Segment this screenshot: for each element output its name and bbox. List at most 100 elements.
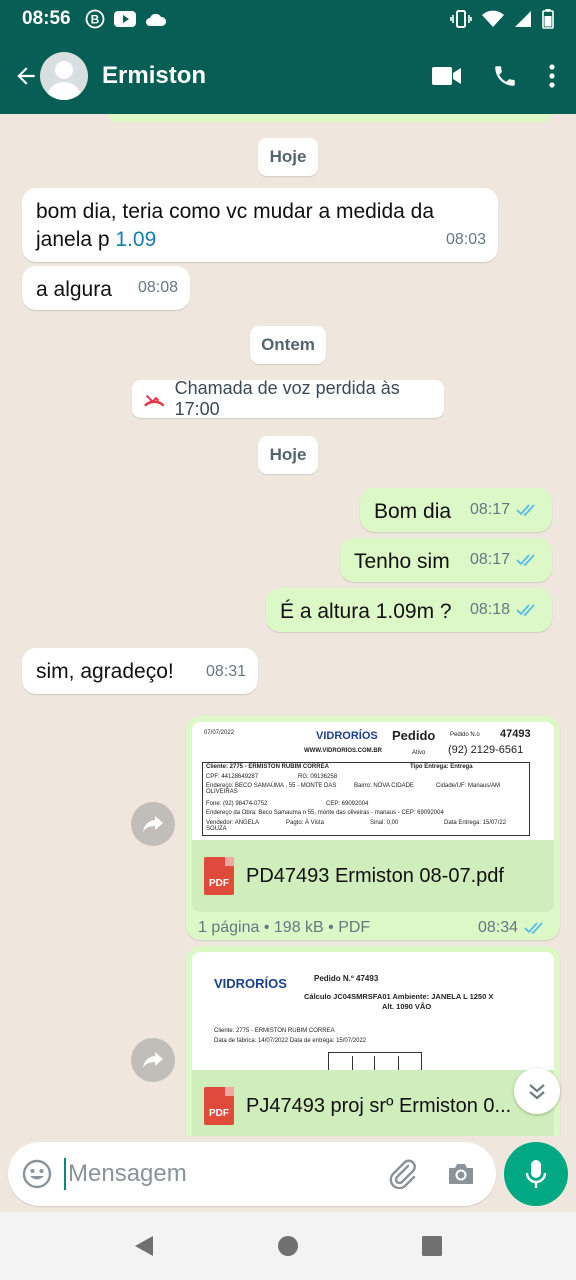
message-time: 08:17 (469, 501, 510, 518)
preview-text: Bairro: NOVA CIDADE (354, 783, 414, 789)
preview-logo: VIDRORÍOS (214, 976, 287, 991)
attach-icon[interactable] (388, 1159, 418, 1189)
system-nav-bar (0, 1212, 576, 1280)
incoming-message[interactable]: a algura 08:08 (22, 266, 190, 310)
pdf-icon: PDF (204, 857, 234, 895)
preview-logo: VIDRORÍOS (316, 730, 378, 742)
preview-text: WWW.VIDRORIOS.COM.BR (304, 748, 382, 754)
wifi-icon (482, 10, 504, 27)
document-size: 198 kB (273, 919, 324, 936)
date-chip-today: Hoje (258, 138, 318, 176)
preview-text: Pedido (392, 728, 436, 743)
cloud-icon (145, 13, 166, 26)
previous-message-bubble (108, 114, 552, 122)
b-icon: B (85, 9, 105, 29)
status-time: 08:56 (22, 8, 71, 29)
message-composer: Mensagem (8, 1142, 496, 1206)
preview-text: Cliente: 2775 - ERMISTON RUBIM CORREA (214, 1028, 335, 1034)
preview-text: Endereço: BECO SAMAÚMA , 55 - MONTE DAS … (206, 783, 337, 795)
phone-icon[interactable] (492, 63, 518, 89)
date-chip-yesterday: Ontem (250, 326, 326, 364)
preview-text: Cálculo JC04SMRSFA01 Ambiente: JANELA L … (304, 992, 494, 1001)
outgoing-message[interactable]: É a altura 1.09m ? 08:18 (266, 588, 552, 632)
nav-recents-icon[interactable] (421, 1235, 443, 1257)
message-text: sim, agradeço! (36, 660, 174, 683)
document-message[interactable]: VIDRORÍOS Pedido N.º 47493 Cálculo JC04S… (186, 946, 560, 1136)
preview-text: Pagto: À Vista (286, 820, 324, 826)
document-filename: PJ47493 proj srº Ermiston 0... (246, 1094, 512, 1117)
pdf-icon: PDF (204, 1087, 234, 1125)
chat-area[interactable]: Hoje bom dia, teria como vc mudar a medi… (0, 114, 576, 1136)
preview-text: Cidade/UF: Manaus/AM (436, 783, 501, 789)
chat-header: Ermiston (0, 38, 576, 114)
forward-icon (143, 1052, 163, 1068)
date-chip-today: Hoje (258, 436, 318, 474)
missed-call-notice[interactable]: Chamada de voz perdida às 17:00 (132, 378, 444, 419)
preview-text: (92) 2129-6561 (448, 744, 524, 756)
preview-text: RG: 09136258 (298, 774, 338, 780)
preview-text: Sinal: 0,00 (370, 820, 399, 826)
preview-text: CPF: 44128649287 (206, 774, 259, 780)
document-file-row[interactable]: PDF PD47493 Ermiston 08-07.pdf (192, 840, 554, 912)
document-preview[interactable]: 07/07/2022 VIDRORÍOS Pedido Pedido N.o 4… (192, 722, 554, 840)
double-check-icon (516, 604, 535, 617)
preview-text: Cliente: 2775 - ERMISTON RUBIM CORREA (206, 764, 329, 770)
message-link[interactable]: 1.09 (115, 228, 156, 251)
incoming-message[interactable]: sim, agradeço! 08:31 (22, 648, 258, 694)
camera-icon[interactable] (446, 1161, 476, 1187)
preview-text: Pedido N.º 47493 (314, 974, 379, 983)
emoji-icon[interactable] (22, 1159, 52, 1189)
preview-text: Tipo Entrega: Entrega (410, 764, 473, 770)
message-time: 08:03 (445, 231, 486, 248)
message-text: Bom dia (374, 500, 452, 523)
preview-text: Alt. 1090 VÃO (382, 1002, 432, 1011)
message-text: É a altura 1.09m ? (280, 600, 452, 623)
arrow-left-icon (17, 67, 35, 85)
preview-text: 47493 (500, 728, 531, 740)
avatar[interactable] (40, 52, 88, 100)
message-text: a algura (36, 278, 112, 301)
contact-name[interactable]: Ermiston (102, 62, 206, 90)
missed-call-text: Chamada de voz perdida às 17:00 (174, 378, 400, 419)
incoming-message[interactable]: bom dia, teria como vc mudar a medida da… (22, 188, 498, 262)
voice-record-button[interactable] (504, 1142, 568, 1206)
message-text: bom dia, teria como vc mudar a medida da… (36, 200, 435, 251)
document-preview[interactable]: VIDRORÍOS Pedido N.º 47493 Cálculo JC04S… (192, 952, 554, 1070)
outgoing-message[interactable]: Tenho sim 08:17 (340, 538, 552, 582)
double-check-icon (516, 554, 535, 567)
document-filename: PD47493 Ermiston 08-07.pdf (246, 864, 504, 887)
more-icon[interactable] (548, 63, 556, 89)
message-input[interactable]: Mensagem (64, 1158, 388, 1190)
forward-button[interactable] (131, 1038, 175, 1082)
message-time: 08:34 (477, 919, 518, 936)
double-check-icon (524, 922, 543, 935)
document-pages: 1 página (198, 919, 260, 936)
status-bar: 08:56 B (0, 0, 576, 38)
preview-text: CEP: 69092004 (326, 801, 369, 807)
youtube-icon (113, 11, 136, 27)
signal-icon (515, 11, 531, 27)
document-file-row[interactable]: PDF PJ47493 proj srº Ermiston 0... (192, 1070, 554, 1136)
preview-text: Endereço da Obra: Beco Samauma n 55, mon… (206, 810, 444, 816)
video-call-icon[interactable] (432, 65, 462, 87)
preview-text: Fone: (92) 98474-0752 (206, 801, 268, 807)
double-check-icon (516, 504, 535, 517)
preview-text: Data de fábrica: 14/07/2022 Data de entr… (214, 1038, 367, 1044)
preview-text: Ativo (412, 750, 426, 756)
scroll-down-button[interactable] (514, 1068, 560, 1114)
preview-text: Pedido N.o (450, 732, 480, 738)
message-time: 08:17 (469, 551, 510, 568)
nav-back-icon[interactable] (133, 1234, 155, 1258)
forward-button[interactable] (131, 802, 175, 846)
missed-call-icon (144, 394, 165, 407)
document-message[interactable]: 07/07/2022 VIDRORÍOS Pedido Pedido N.o 4… (186, 716, 560, 940)
vibrate-icon (450, 10, 472, 28)
preview-text: Data Entrega: 15/07/22 (444, 820, 507, 826)
preview-text: Vendedor: ANGELA SOUZA (206, 820, 259, 832)
outgoing-message[interactable]: Bom dia 08:17 (360, 488, 552, 532)
message-text: Tenho sim (354, 550, 450, 573)
battery-icon (542, 9, 554, 29)
svg-text:B: B (90, 13, 99, 27)
message-time: 08:18 (469, 601, 510, 618)
nav-home-icon[interactable] (277, 1235, 299, 1257)
